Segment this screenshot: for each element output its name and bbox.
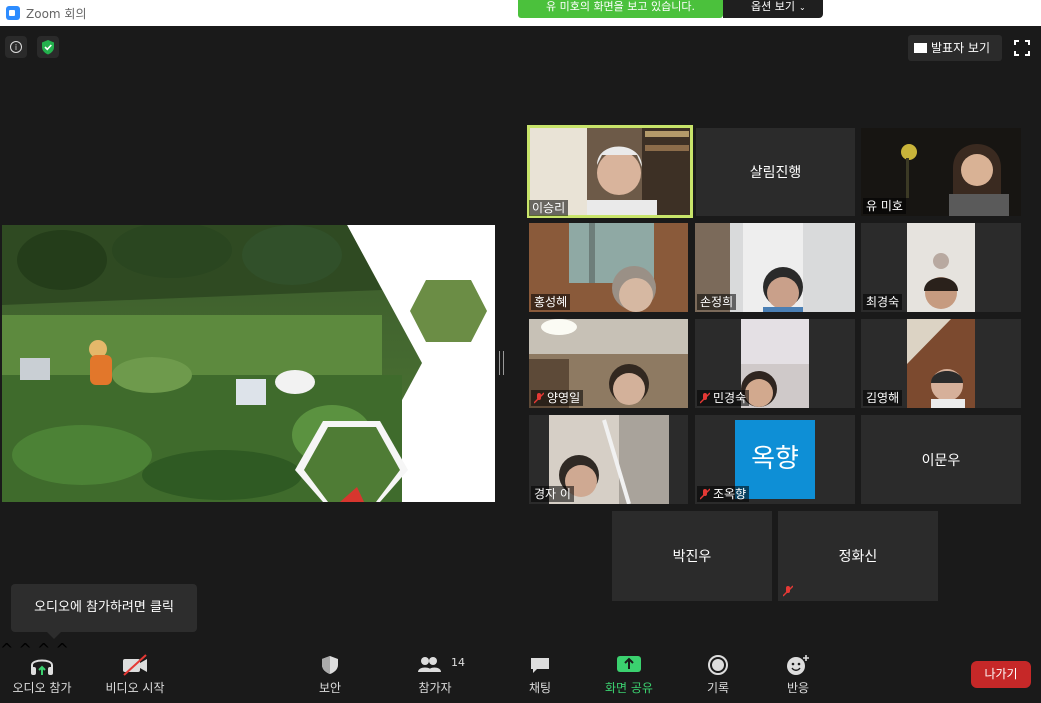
share-screen-button[interactable]: 화면 공유 — [598, 640, 660, 700]
microphone-muted-icon — [700, 488, 710, 500]
participant-name: 살림진행 — [749, 165, 802, 181]
meeting-toolbar: 오디오 참가 ^ 비디오 시작 ^ 보안 14 참가자 ^ 채팅 화면 공유 ^… — [0, 640, 1041, 703]
participant-name: 이승리 — [529, 200, 569, 216]
zoom-meeting-window: Zoom 회의 유 미호의 화면을 보고 있습니다. 옵션 보기 ⌄ i 발표자 … — [0, 0, 1041, 703]
join-audio-tooltip: 오디오에 참가하려면 클릭 — [11, 584, 197, 639]
gallery-layout-icon — [914, 43, 927, 53]
participants-label: 참가자 — [418, 681, 452, 695]
participants-icon — [418, 657, 441, 672]
participant-name: 김영해 — [863, 390, 903, 406]
split-resize-handle[interactable] — [499, 351, 504, 375]
participant-name: 최경숙 — [863, 294, 903, 310]
microphone-muted-icon — [700, 392, 710, 404]
participants-button[interactable]: 14 참가자 — [405, 640, 465, 700]
mute-indicator — [780, 583, 799, 599]
participant-name: 조옥향 — [713, 487, 747, 501]
screen-share-banner: 유 미호의 화면을 보고 있습니다. — [518, 0, 723, 18]
fullscreen-icon[interactable] — [1014, 40, 1030, 56]
garden-photo — [2, 225, 495, 502]
video-tile[interactable]: 살림진행 — [696, 128, 855, 216]
speaker-view-button[interactable]: 발표자 보기 — [908, 35, 1002, 61]
video-tile[interactable]: 민경숙 — [695, 319, 855, 408]
participant-name: 양영일 — [547, 391, 581, 405]
participants-count: 14 — [451, 656, 465, 669]
shield-check-icon — [42, 40, 54, 55]
view-options-button[interactable]: 옵션 보기 ⌄ — [723, 0, 823, 18]
video-off-icon — [123, 654, 147, 676]
record-button[interactable]: 기록 — [695, 640, 741, 700]
participant-name: 경자 이 — [531, 486, 574, 502]
participant-name: 정화신 — [838, 549, 878, 565]
leave-meeting-button[interactable]: 나가기 — [971, 661, 1031, 688]
video-tile[interactable]: 박진우 — [612, 511, 772, 601]
headphones-icon — [31, 659, 53, 675]
view-options-label: 옵션 보기 — [751, 0, 795, 13]
window-title: Zoom 회의 — [26, 7, 87, 21]
join-audio-label: 오디오 참가 — [12, 681, 72, 695]
join-audio-button[interactable]: 오디오 참가 — [4, 640, 80, 700]
video-tile[interactable]: 홍성혜 — [529, 223, 688, 312]
participant-name: 이문우 — [921, 452, 961, 469]
chevron-down-icon: ⌄ — [798, 3, 806, 12]
participant-name-label: 양영일 — [531, 390, 584, 406]
reactions-label: 반응 — [786, 681, 810, 695]
video-tile[interactable]: 양영일 — [529, 319, 688, 408]
video-tile[interactable]: 정화신 — [778, 511, 938, 601]
share-screen-label: 화면 공유 — [605, 681, 653, 695]
chat-icon — [531, 658, 549, 673]
participant-name: 홍성혜 — [531, 294, 571, 310]
participant-name: 손정희 — [697, 294, 737, 310]
record-icon — [708, 655, 728, 675]
chat-button[interactable]: 채팅 — [515, 640, 565, 700]
share-screen-icon — [617, 656, 641, 672]
microphone-muted-icon — [783, 585, 793, 597]
video-tile[interactable]: 유 미호 — [861, 128, 1021, 216]
participant-name: 민경숙 — [713, 391, 747, 405]
meeting-info-button[interactable]: i — [5, 36, 27, 58]
security-button[interactable]: 보안 — [305, 640, 355, 700]
security-label: 보안 — [318, 681, 342, 695]
video-tile[interactable]: 손정희 — [695, 223, 855, 312]
zoom-logo-icon — [6, 6, 20, 20]
speaker-view-label: 발표자 보기 — [931, 41, 991, 55]
shield-icon — [322, 656, 338, 674]
reactions-button[interactable]: 반응 — [775, 640, 821, 700]
chat-label: 채팅 — [528, 681, 552, 695]
record-label: 기록 — [706, 681, 730, 695]
video-tile[interactable]: 옥향 조옥향 — [695, 415, 855, 504]
shared-screen[interactable] — [2, 225, 495, 502]
participant-name-label: 조옥향 — [697, 486, 750, 502]
start-video-button[interactable]: 비디오 시작 — [98, 640, 172, 700]
start-video-label: 비디오 시작 — [105, 681, 165, 695]
video-tile[interactable]: 경자 이 — [529, 415, 688, 504]
video-tile[interactable]: 이승리 — [527, 125, 693, 218]
participant-name-label: 민경숙 — [697, 390, 750, 406]
video-tile[interactable]: 김영해 — [861, 319, 1021, 408]
video-tile[interactable]: 최경숙 — [861, 223, 1021, 312]
info-icon: i — [10, 41, 22, 53]
reaction-emoji-icon — [787, 655, 809, 675]
participant-name: 유 미호 — [863, 198, 906, 214]
microphone-muted-icon — [534, 392, 544, 404]
participant-name: 박진우 — [672, 549, 712, 565]
video-tile[interactable]: 이문우 — [861, 415, 1021, 504]
encryption-button[interactable] — [37, 36, 59, 58]
